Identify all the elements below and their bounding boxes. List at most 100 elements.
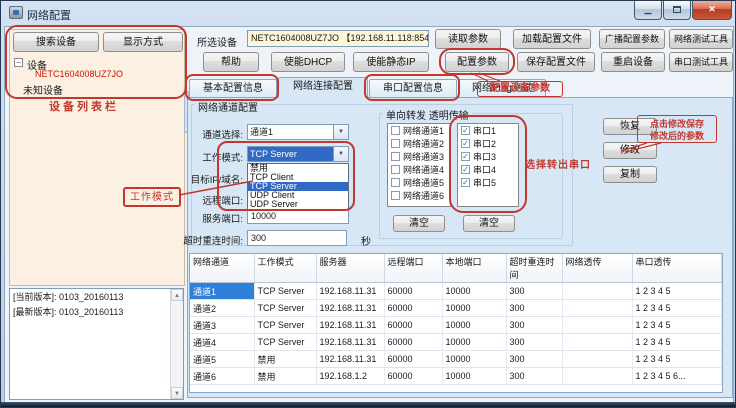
network-channel-checkbox-item[interactable]: 网络通道6: [388, 189, 450, 202]
table-cell[interactable]: 1 2 3 4 5: [632, 351, 722, 368]
table-cell[interactable]: 300: [506, 334, 562, 351]
network-channel-checkbox-item[interactable]: 网络通道1: [388, 124, 450, 137]
tab-network-connection[interactable]: 网络连接配置: [278, 77, 368, 98]
table-cell[interactable]: 10000: [442, 317, 506, 334]
close-button[interactable]: ✕: [692, 1, 732, 20]
table-cell[interactable]: 60000: [384, 283, 442, 300]
network-channel-checkbox-item[interactable]: 网络通道3: [388, 150, 450, 163]
checked-checkbox-icon[interactable]: ✓: [461, 165, 470, 174]
table-cell[interactable]: 10000: [442, 283, 506, 300]
selected-device-field[interactable]: NETC1604008UZ7JO 【192.168.11.118:854】: [247, 30, 429, 47]
table-cell[interactable]: 通道2: [190, 300, 254, 317]
table-row[interactable]: 通道2TCP Server192.168.11.3160000100003001…: [190, 300, 722, 317]
table-cell[interactable]: [562, 300, 632, 317]
tree-unknown-device[interactable]: 未知设备: [23, 82, 63, 97]
table-header-cell[interactable]: 网络透传: [562, 254, 632, 283]
serial-port-checkbox-item[interactable]: ✓串口4: [458, 163, 518, 176]
table-header-cell[interactable]: 服务器: [316, 254, 384, 283]
table-cell[interactable]: 300: [506, 317, 562, 334]
network-channel-checkbox-item[interactable]: 网络通道4: [388, 163, 450, 176]
unchecked-checkbox-icon[interactable]: [391, 139, 400, 148]
load-config-button[interactable]: 加载配置文件: [513, 29, 591, 49]
tab-network-ping[interactable]: 网络Ping测试: [458, 79, 546, 98]
table-cell[interactable]: 300: [506, 368, 562, 385]
table-row[interactable]: 通道6禁用192.168.1.260000100003001 2 3 4 5 6…: [190, 368, 722, 385]
table-cell[interactable]: 1 2 3 4 5: [632, 334, 722, 351]
table-cell[interactable]: TCP Server: [254, 334, 316, 351]
table-cell[interactable]: 60000: [384, 300, 442, 317]
timeout-field[interactable]: 300: [247, 230, 347, 246]
table-cell[interactable]: 10000: [442, 300, 506, 317]
tree-device-item[interactable]: NETC1604008UZ7JO: [35, 69, 123, 79]
work-mode-dropdown-list[interactable]: 禁用TCP ClientTCP ServerUDP ClientUDP Serv…: [247, 163, 349, 210]
table-header-cell[interactable]: 远程端口: [384, 254, 442, 283]
serial-port-checkbox-item[interactable]: ✓串口1: [458, 124, 518, 137]
work-mode-combo[interactable]: TCP Server ▼: [247, 146, 349, 162]
server-port-field[interactable]: 10000: [247, 208, 349, 224]
read-params-button[interactable]: 读取参数: [435, 29, 501, 49]
tab-basic-config[interactable]: 基本配置信息: [189, 79, 277, 98]
table-cell[interactable]: 300: [506, 300, 562, 317]
reboot-device-button[interactable]: 重启设备: [601, 52, 665, 72]
table-cell[interactable]: 192.168.11.31: [316, 334, 384, 351]
checked-checkbox-icon[interactable]: ✓: [461, 152, 470, 161]
clear-serial-button[interactable]: 清空: [463, 215, 515, 232]
tab-serial-config[interactable]: 串口配置信息: [369, 79, 457, 98]
table-cell[interactable]: 通道4: [190, 334, 254, 351]
table-cell[interactable]: 192.168.11.31: [316, 283, 384, 300]
table-cell[interactable]: 300: [506, 351, 562, 368]
copy-button[interactable]: 复制: [603, 166, 657, 183]
network-test-tool-button[interactable]: 网络测试工具: [669, 29, 733, 49]
config-params-button[interactable]: 配置参数: [445, 52, 509, 72]
table-cell[interactable]: 通道3: [190, 317, 254, 334]
table-header-row[interactable]: 网络通道工作模式服务器远程端口本地端口超时重连时间网络透传串口透传: [190, 254, 722, 283]
network-channel-checkbox-item[interactable]: 网络通道2: [388, 137, 450, 150]
serial-port-checkbox-item[interactable]: ✓串口2: [458, 137, 518, 150]
table-row[interactable]: 通道1TCP Server192.168.11.3160000100003001…: [190, 283, 722, 300]
table-cell[interactable]: 300: [506, 283, 562, 300]
table-row[interactable]: 通道3TCP Server192.168.11.3160000100003001…: [190, 317, 722, 334]
table-cell[interactable]: TCP Server: [254, 300, 316, 317]
table-cell[interactable]: 10000: [442, 351, 506, 368]
unchecked-checkbox-icon[interactable]: [391, 191, 400, 200]
table-header-cell[interactable]: 本地端口: [442, 254, 506, 283]
table-header-cell[interactable]: 串口透传: [632, 254, 722, 283]
chevron-down-icon[interactable]: ▼: [333, 147, 348, 161]
minimize-button[interactable]: ▁: [634, 1, 662, 20]
table-cell[interactable]: [562, 351, 632, 368]
table-row[interactable]: 通道4TCP Server192.168.11.316000010000300 1…: [190, 334, 722, 351]
table-cell[interactable]: 10000: [442, 334, 506, 351]
unchecked-checkbox-icon[interactable]: [391, 152, 400, 161]
scroll-up-icon[interactable]: ▲: [171, 289, 183, 301]
table-header-cell[interactable]: 工作模式: [254, 254, 316, 283]
checked-checkbox-icon[interactable]: ✓: [461, 178, 470, 187]
network-channel-checklist[interactable]: 网络通道1网络通道2网络通道3网络通道4网络通道5网络通道6: [387, 123, 451, 207]
modify-button[interactable]: 修改: [603, 142, 657, 159]
table-cell[interactable]: [562, 317, 632, 334]
serial-port-checklist[interactable]: ✓串口1✓串口2✓串口3✓串口4✓串口5: [457, 123, 519, 207]
broadcast-params-button[interactable]: 广播配置参数: [599, 29, 665, 49]
table-header-cell[interactable]: 网络通道: [190, 254, 254, 283]
table-cell[interactable]: 60000: [384, 351, 442, 368]
table-cell[interactable]: [562, 334, 632, 351]
table-cell[interactable]: 60000: [384, 368, 442, 385]
tree-expander-icon[interactable]: −: [14, 58, 23, 67]
table-cell[interactable]: 1 2 3 4 5: [632, 283, 722, 300]
table-cell[interactable]: 禁用: [254, 368, 316, 385]
network-channel-checkbox-item[interactable]: 网络通道5: [388, 176, 450, 189]
table-cell[interactable]: 192.168.11.31: [316, 351, 384, 368]
table-row[interactable]: 通道5禁用192.168.11.3160000100003001 2 3 4 5: [190, 351, 722, 368]
unchecked-checkbox-icon[interactable]: [391, 126, 400, 135]
channel-table-container[interactable]: 网络通道工作模式服务器远程端口本地端口超时重连时间网络透传串口透传 通道1TCP…: [189, 253, 723, 393]
table-header-cell[interactable]: 超时重连时间: [506, 254, 562, 283]
scroll-down-icon[interactable]: ▼: [171, 387, 183, 399]
save-config-button[interactable]: 保存配置文件: [517, 52, 595, 72]
table-cell[interactable]: 通道1: [190, 283, 254, 300]
checked-checkbox-icon[interactable]: ✓: [461, 126, 470, 135]
unchecked-checkbox-icon[interactable]: [391, 165, 400, 174]
table-cell[interactable]: 60000: [384, 334, 442, 351]
table-cell[interactable]: TCP Server: [254, 317, 316, 334]
search-device-button[interactable]: 搜索设备: [13, 32, 99, 52]
work-mode-option[interactable]: UDP Server: [248, 200, 348, 209]
table-cell[interactable]: 1 2 3 4 5: [632, 317, 722, 334]
